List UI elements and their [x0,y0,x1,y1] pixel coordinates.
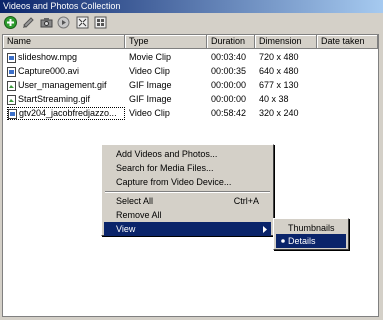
file-dimension: 40 x 38 [259,94,289,104]
file-type: Video Clip [129,108,170,118]
table-row[interactable]: Capture000.avi Video Clip 00:00:35 640 x… [3,65,378,78]
table-row[interactable]: slideshow.mpg Movie Clip 00:03:40 720 x … [3,51,378,64]
table-row[interactable]: StartStreaming.gif GIF Image 00:00:00 40… [3,93,378,106]
menu-item-details[interactable]: Details [276,234,346,248]
window-title: Videos and Photos Collection [0,0,383,13]
edit-icon[interactable] [21,15,36,30]
grid-icon[interactable] [93,15,108,30]
video-file-icon [7,66,16,77]
file-duration: 00:58:42 [211,108,247,118]
file-duration: 00:00:35 [211,66,247,76]
menu-item-capture-video[interactable]: Capture from Video Device... [104,175,271,189]
file-name: User_management.gif [18,80,107,90]
file-name: slideshow.mpg [18,52,78,62]
menu-item-thumbnails[interactable]: Thumbnails [276,221,346,235]
file-duration: 00:03:40 [211,52,247,62]
image-file-icon [7,94,16,105]
menu-item-label: View [116,224,136,234]
column-header-date-taken[interactable]: Date taken [317,35,378,49]
file-dimension: 320 x 240 [259,108,299,118]
file-name: Capture000.avi [18,66,80,76]
column-header-type[interactable]: Type [125,35,207,49]
file-duration: 00:00:00 [211,94,247,104]
file-name: StartStreaming.gif [18,94,91,104]
file-name: gtv204_jacobfredjazzo... [19,108,117,118]
column-header-duration[interactable]: Duration [207,35,255,49]
file-dimension: 640 x 480 [259,66,299,76]
context-menu: Add Videos and Photos... Search for Medi… [101,144,274,236]
menu-separator [105,191,270,193]
table-row[interactable]: gtv204_jacobfredjazzo... Video Clip 00:5… [3,107,378,120]
add-icon[interactable] [3,15,18,30]
menu-item-label: Details [288,236,316,246]
image-file-icon [7,80,16,91]
menu-item-add-videos-photos[interactable]: Add Videos and Photos... [104,147,271,161]
menu-item-label: Select All [116,196,154,206]
menu-item-remove-all[interactable]: Remove All [104,208,271,222]
menu-item-search-media[interactable]: Search for Media Files... [104,161,271,175]
fit-icon[interactable] [75,15,90,30]
camera-icon[interactable] [39,15,54,30]
play-icon[interactable] [56,15,71,30]
shortcut-label: Ctrl+A [233,196,259,206]
column-header-name[interactable]: Name [3,35,125,49]
menu-item-select-all[interactable]: Select All Ctrl+A [104,194,271,208]
radio-bullet-icon [281,239,285,243]
column-header-dimension[interactable]: Dimension [255,35,317,49]
file-type: GIF Image [129,80,172,90]
video-file-icon [7,52,16,63]
view-submenu: Thumbnails Details [273,218,349,250]
file-duration: 00:00:00 [211,80,247,90]
file-type: Movie Clip [129,52,172,62]
table-row[interactable]: User_management.gif GIF Image 00:00:00 6… [3,79,378,92]
menu-item-view[interactable]: View [104,222,271,236]
list-header: Name Type Duration Dimension Date taken [3,35,378,49]
file-type: GIF Image [129,94,172,104]
file-dimension: 720 x 480 [259,52,299,62]
file-type: Video Clip [129,66,170,76]
file-dimension: 677 x 130 [259,80,299,90]
video-file-icon [8,108,17,119]
toolbar [0,13,383,33]
submenu-arrow-icon [263,226,267,233]
